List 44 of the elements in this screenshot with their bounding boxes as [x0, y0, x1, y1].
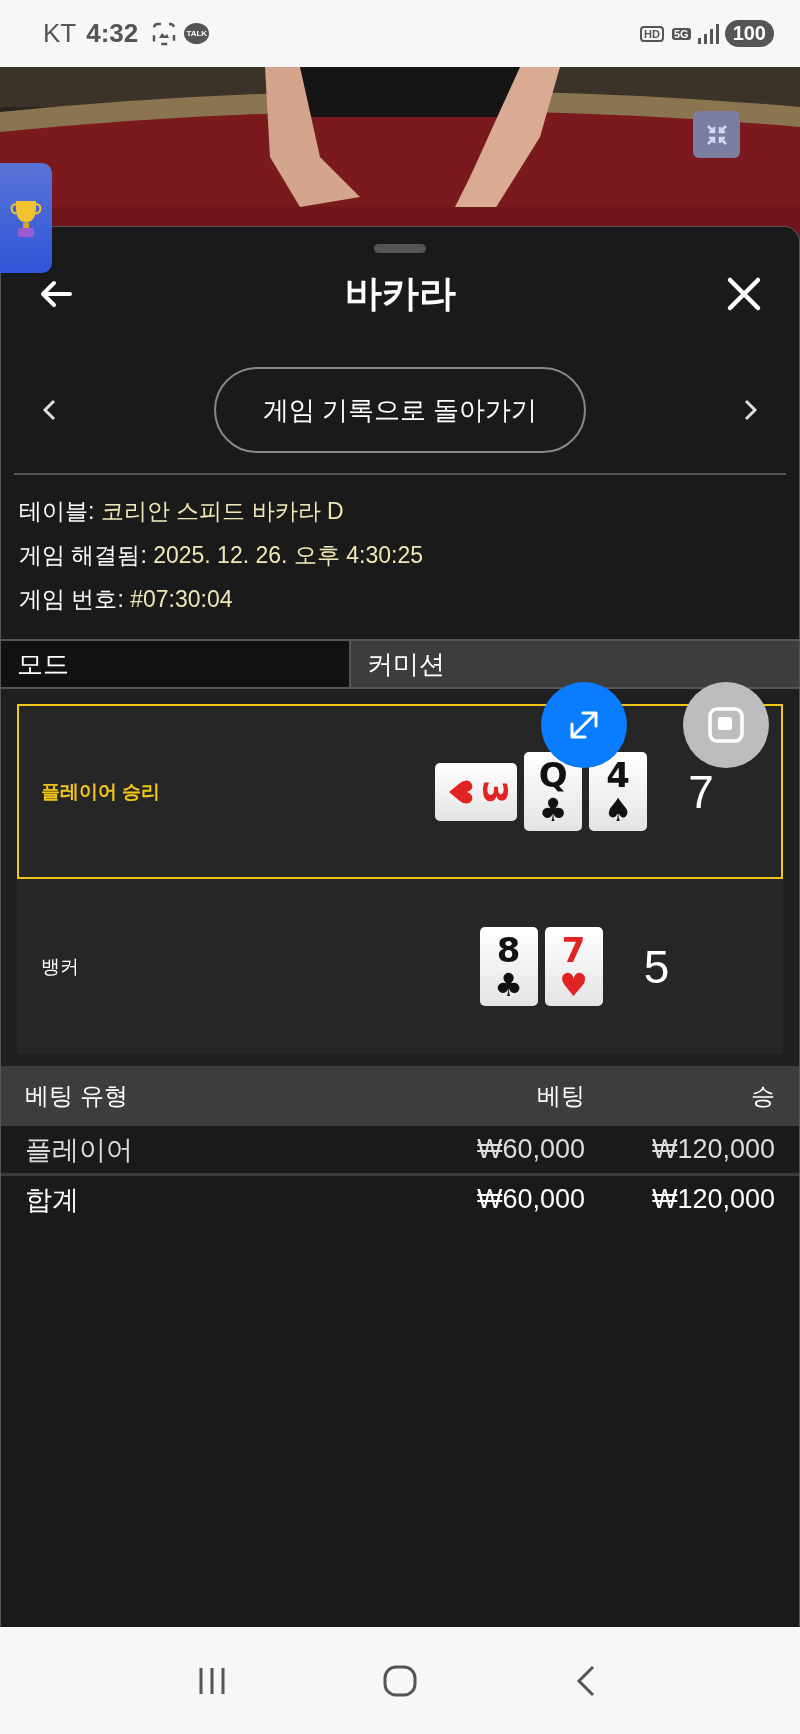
chat-badge: TALK: [184, 23, 210, 44]
battery-level: 100: [724, 20, 774, 47]
table-cell-text: 플레이어: [25, 1133, 134, 1167]
table-cell-text: ₩60,000: [475, 1184, 585, 1215]
table-cell-text: 합계: [25, 1183, 80, 1217]
trophy-tab[interactable]: [0, 163, 52, 273]
chevron-left-icon: [40, 397, 58, 423]
info-line: 게임 번호: #07:30:04: [19, 585, 234, 614]
chevron-right-icon: [742, 397, 760, 423]
clock-time: 4:32: [86, 18, 139, 49]
sheet-title: 바카라: [343, 272, 457, 316]
playing-card: ♥ 3: [435, 762, 518, 821]
drag-handle[interactable]: [374, 244, 426, 253]
close-icon: [726, 276, 762, 312]
playing-card: 7 ♥: [544, 927, 603, 1006]
hand-score: 7: [688, 764, 714, 819]
hand-label: 뱅커: [40, 954, 80, 979]
next-button[interactable]: [742, 397, 760, 423]
table-cell-text: ₩120,000: [650, 1184, 775, 1215]
carrier-name: KT: [43, 18, 77, 49]
hand-score: 5: [643, 939, 670, 994]
playing-card: 8 ♣: [479, 927, 538, 1006]
hd-badge: HD: [640, 25, 664, 42]
table-cell-text: ₩60,000: [475, 1134, 585, 1165]
previous-button[interactable]: [40, 397, 58, 423]
back-to-history-button[interactable]: 게임 기록으로 돌아가기: [214, 367, 586, 453]
table-cell-text: ₩120,000: [650, 1134, 775, 1165]
info-line: 테이블: 코리안 스피드 바카라 D: [19, 497, 345, 526]
mode-label: 모드: [1, 641, 349, 687]
signal-icon: [696, 23, 719, 44]
home-icon: [382, 1663, 418, 1698]
home-button[interactable]: [382, 1663, 418, 1698]
close-button[interactable]: [726, 276, 762, 312]
column-header: 베팅: [536, 1081, 585, 1111]
stop-icon: [707, 706, 745, 744]
mode-value: 커미션: [351, 641, 799, 687]
network-badge: 5G: [671, 27, 691, 40]
column-header: 베팅 유형: [25, 1081, 129, 1111]
hand-label: 플레이어 승리: [40, 779, 162, 804]
column-header: 승: [750, 1081, 775, 1111]
screenshot-icon: [152, 21, 177, 46]
info-line: 게임 해결됨: 2025. 12. 26. 오후 4:30:25: [19, 541, 424, 570]
minimize-icon: [704, 122, 729, 147]
minimize-button[interactable]: [693, 111, 740, 158]
